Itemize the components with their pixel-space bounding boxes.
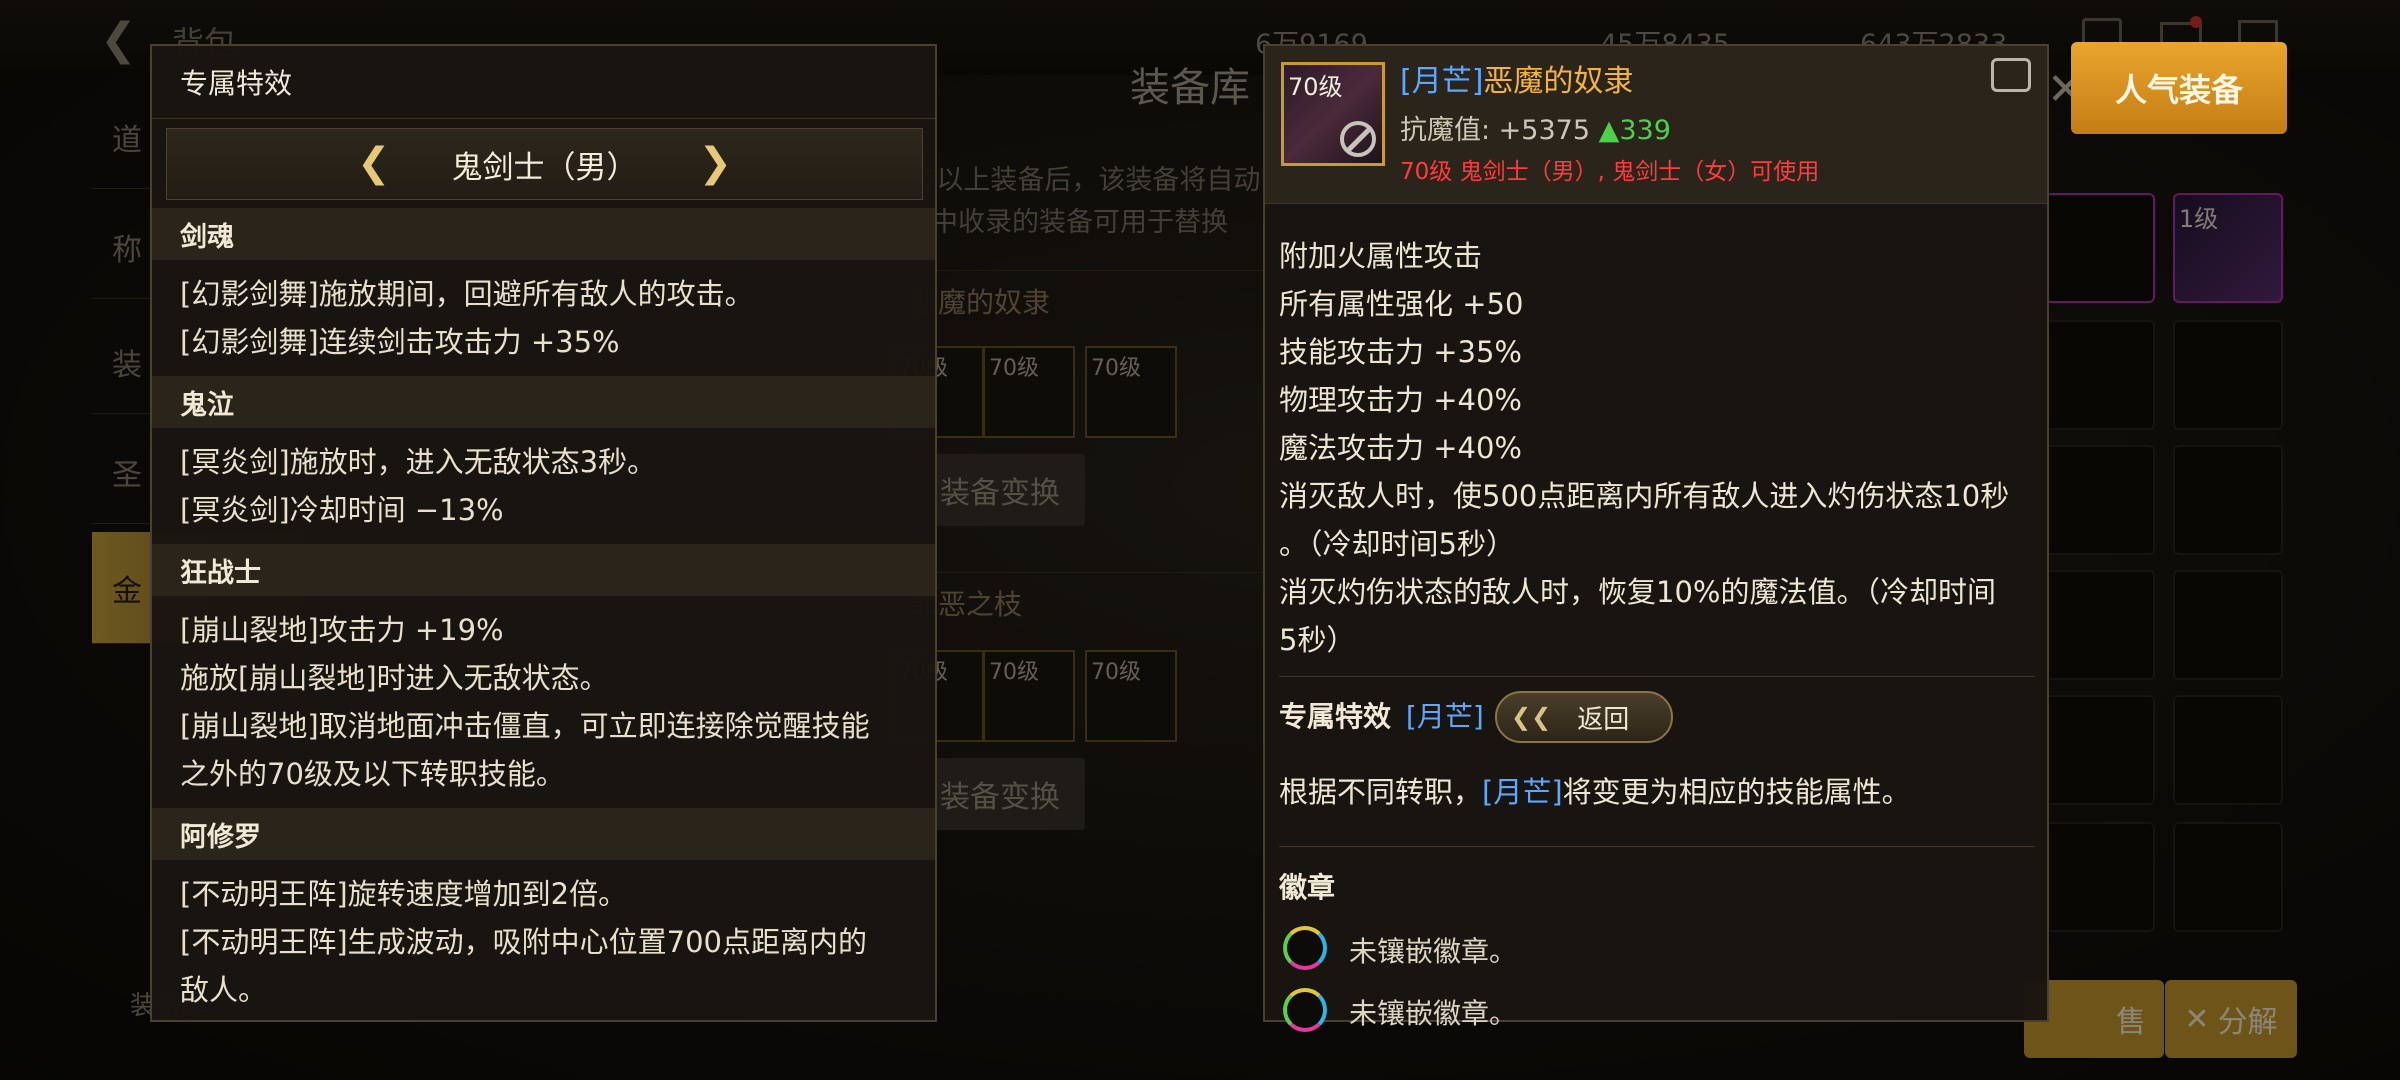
badge-slot-text: 未镶嵌徽章。	[1349, 997, 1518, 1030]
job-effect-line: 敌人。	[180, 973, 268, 1007]
job-name: 狂战士	[152, 544, 935, 596]
selected-class: 鬼剑士（男）	[451, 149, 638, 186]
attribute-line: 技能攻击力 +35%	[1279, 335, 1522, 369]
job-effect-line: [幻影剑舞]连续剑击攻击力 +35%	[180, 325, 620, 359]
special-desc-prefix: 根据不同转职，	[1279, 775, 1483, 809]
job-effect-line: [冥炎剑]施放时，进入无敌状态3秒。	[180, 445, 657, 479]
attribute-line: 附加火属性攻击	[1279, 239, 1483, 273]
badge-title: 徽章	[1279, 871, 1336, 904]
item-stat: 抗魔值: +5375 ▲339	[1400, 108, 1671, 147]
special-desc-suffix: 将变更为相应的技能属性。	[1562, 775, 1911, 809]
item-level: 70级	[1288, 73, 1343, 101]
back-button[interactable]: ❮❮ 返回	[1495, 691, 1673, 743]
item-name: [月芒]恶魔的奴隶	[1400, 56, 1633, 100]
item-stat-label: 抗魔值: +5375	[1400, 115, 1591, 146]
job-name: 阿修罗	[152, 808, 935, 860]
attribute-line: 魔法攻击力 +40%	[1279, 431, 1522, 465]
back-button-label: 返回	[1577, 704, 1630, 735]
divider	[1279, 676, 2035, 677]
attribute-line: 所有属性强化 +50	[1279, 287, 1524, 321]
attribute-line: 消灭敌人时，使500点距离内所有敌人进入灼伤状态10秒	[1279, 479, 2010, 513]
item-name-text: 恶魔的奴隶	[1483, 64, 1634, 99]
prev-class-arrow-icon[interactable]: ❮	[357, 141, 391, 185]
badge-slot-text: 未镶嵌徽章。	[1349, 935, 1518, 968]
share-icon[interactable]	[1991, 58, 2031, 92]
job-effect-line: [崩山裂地]攻击力 +19%	[180, 613, 504, 647]
popular-equipment-button[interactable]: 人气装备	[2071, 42, 2287, 134]
special-desc-tag: [月芒]	[1482, 775, 1563, 809]
special-effect-panel: 专属特效 ❮ 鬼剑士（男） ❯ 剑魂 [幻影剑舞]施放期间，回避所有敌人的攻击。…	[150, 44, 937, 1022]
item-name-prefix: [月芒]	[1400, 64, 1484, 99]
empty-badge-icon	[1283, 926, 1327, 970]
item-stat-bonus: ▲339	[1598, 115, 1671, 146]
attribute-line: 。（冷却时间5秒）	[1279, 527, 1515, 561]
attribute-line: 物理攻击力 +40%	[1279, 383, 1522, 417]
job-name: 剑魂	[152, 208, 935, 260]
special-effect-label: 专属特效	[1279, 700, 1392, 733]
special-effect-desc: 根据不同转职，[月芒]将变更为相应的技能属性。	[1279, 768, 1911, 816]
next-class-arrow-icon[interactable]: ❯	[698, 141, 732, 185]
attribute-line: 消灭灼伤状态的敌人时，恢复10%的魔法值。（冷却时间	[1279, 575, 1996, 609]
double-chevron-left-icon: ❮❮	[1511, 703, 1552, 731]
item-usable-classes: 70级 鬼剑士（男）, 鬼剑士（女）可使用	[1400, 159, 1820, 185]
special-effect-tag: [月芒]	[1405, 700, 1484, 733]
class-selector: ❮ 鬼剑士（男） ❯	[166, 128, 923, 200]
job-effect-line: [不动明王阵]生成波动，吸附中心位置700点距离内的	[180, 925, 867, 959]
job-name: 鬼泣	[152, 376, 935, 428]
special-effect-row: 专属特效 [月芒]	[1279, 692, 1484, 742]
job-effect-line: 施放[崩山裂地]时进入无敌状态。	[180, 661, 609, 695]
item-tooltip-panel: 70级 [月芒]恶魔的奴隶 抗魔值: +5375 ▲339 70级 鬼剑士（男）…	[1263, 44, 2049, 1032]
empty-badge-icon	[1283, 988, 1327, 1032]
attribute-line: 5秒）	[1279, 623, 1356, 657]
not-equippable-icon	[1340, 121, 1376, 157]
job-effect-line: [崩山裂地]取消地面冲击僵直，可立即连接除觉醒技能	[180, 709, 870, 743]
divider	[1279, 846, 2035, 847]
job-effect-line: [不动明王阵]旋转速度增加到2倍。	[180, 877, 628, 911]
job-effect-line: [冥炎剑]冷却时间 −13%	[180, 493, 504, 527]
item-attributes: 附加火属性攻击 所有属性强化 +50 技能攻击力 +35% 物理攻击力 +40%…	[1265, 204, 2047, 664]
job-effect-line: 之外的70级及以下转职技能。	[180, 757, 565, 791]
job-effect-line: [幻影剑舞]施放期间，回避所有敌人的攻击。	[180, 277, 754, 311]
item-icon: 70级	[1281, 62, 1385, 166]
item-header: 70级 [月芒]恶魔的奴隶 抗魔值: +5375 ▲339 70级 鬼剑士（男）…	[1265, 46, 2047, 204]
panel-title: 专属特效	[152, 46, 935, 119]
